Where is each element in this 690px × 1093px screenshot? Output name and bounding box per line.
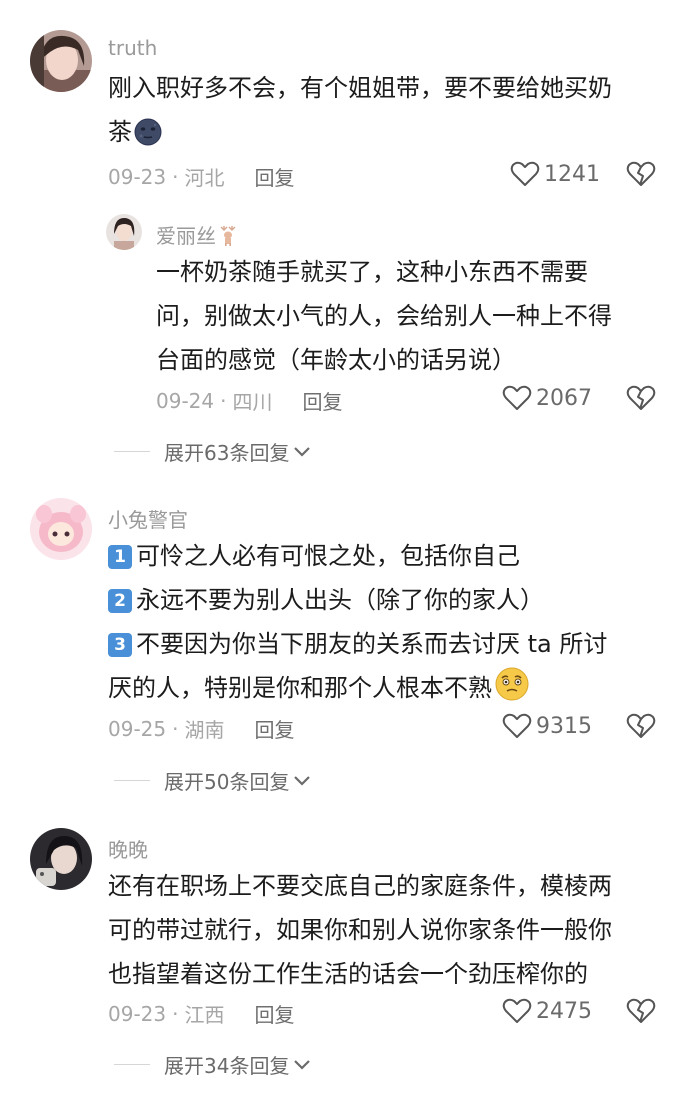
number-badge: 3: [108, 633, 132, 657]
avatar[interactable]: [30, 30, 92, 92]
text-line: 也指望着这份工作生活的话会一个劲压榨你的: [108, 960, 588, 988]
expand-label: 展开34条回复: [164, 1054, 290, 1078]
heart-outline-icon: [510, 161, 540, 186]
thinking-face-emoji-icon: [494, 666, 530, 716]
text-line: 一杯奶茶随手就买了，这种小东西不需要: [156, 258, 588, 286]
number-badge: 2: [108, 589, 132, 613]
separator: ·: [172, 1001, 179, 1026]
divider: [114, 780, 150, 781]
text-line: 台面的感觉（年龄太小的话另说）: [156, 346, 516, 374]
avatar-image: [30, 498, 92, 560]
text-line: 3 不要因为你当下朋友的关系而去讨厌 ta 所讨: [108, 622, 607, 666]
text-line: 问，别做太小气的人，会给别人一种上不得: [156, 302, 612, 330]
reply-meta: 09-24 · 四川 回复: [156, 386, 342, 415]
separator: ·: [172, 164, 179, 189]
like-button[interactable]: 2475: [502, 997, 592, 1025]
comment-meta: 09-23 · 江西 回复: [108, 999, 294, 1028]
broken-heart-icon: [626, 161, 656, 186]
heart-outline-icon: [502, 713, 532, 738]
dislike-button[interactable]: [626, 160, 656, 192]
comment-date: 09-23: [108, 164, 167, 189]
avatar[interactable]: [30, 828, 92, 890]
broken-heart-icon: [626, 713, 656, 738]
number-badge: 1: [108, 545, 132, 569]
text-line: 还有在职场上不要交底自己的家庭条件，模棱两: [108, 872, 612, 900]
comment-date: 09-23: [108, 1001, 167, 1026]
text-line: 1 可怜之人必有可恨之处，包括你自己: [108, 534, 607, 578]
comment-text: 1 可怜之人必有可恨之处，包括你自己 2 永远不要为别人出头（除了你的家人） 3 不要…: [108, 534, 607, 716]
moon-face-emoji-icon: [134, 116, 162, 160]
reply-avatar[interactable]: [106, 214, 142, 250]
username[interactable]: truth: [108, 36, 157, 60]
avatar-image: [30, 30, 92, 92]
reply-username[interactable]: 爱丽丝: [156, 220, 238, 251]
like-button[interactable]: 2067: [502, 384, 592, 412]
expand-replies-button[interactable]: 展开63条回复: [114, 437, 311, 466]
comment-text: 还有在职场上不要交底自己的家庭条件，模棱两 可的带过就行，如果你和别人说你家条件…: [108, 864, 612, 996]
comment-location: 河北: [184, 166, 225, 190]
dislike-button[interactable]: [626, 384, 656, 416]
divider: [114, 451, 150, 452]
reply-location: 四川: [232, 390, 273, 414]
chevron-down-icon: [294, 446, 311, 457]
username[interactable]: 小兔警官: [108, 504, 188, 533]
like-button[interactable]: 1241: [510, 160, 600, 188]
comment-location: 湖南: [184, 718, 225, 742]
reply-text: 一杯奶茶随手就买了，这种小东西不需要 问，别做太小气的人，会给别人一种上不得 台…: [156, 250, 612, 382]
deer-icon: [218, 224, 238, 251]
expand-replies-button[interactable]: 展开34条回复: [114, 1050, 311, 1079]
divider: [114, 1064, 150, 1065]
comment-meta: 09-25 · 湖南 回复: [108, 714, 294, 743]
like-count: 9315: [536, 713, 592, 739]
reply-button[interactable]: 回复: [254, 162, 294, 191]
avatar-image: [106, 214, 142, 250]
like-count: 2475: [536, 998, 592, 1024]
comment-date: 09-25: [108, 716, 167, 741]
expand-label: 展开63条回复: [164, 441, 290, 465]
heart-outline-icon: [502, 385, 532, 410]
like-count: 1241: [544, 161, 600, 187]
avatar-image: [30, 828, 92, 890]
like-count: 2067: [536, 385, 592, 411]
comment-text: 刚入职好多不会，有个姐姐带，要不要给她买奶 茶: [108, 66, 612, 160]
reply-date: 09-24: [156, 388, 215, 413]
broken-heart-icon: [626, 385, 656, 410]
username[interactable]: 晚晚: [108, 834, 148, 863]
reply-button[interactable]: 回复: [302, 386, 342, 415]
broken-heart-icon: [626, 998, 656, 1023]
dislike-button[interactable]: [626, 712, 656, 744]
text-line: 2 永远不要为别人出头（除了你的家人）: [108, 578, 607, 622]
separator: ·: [220, 388, 227, 413]
expand-label: 展开50条回复: [164, 770, 290, 794]
chevron-down-icon: [294, 775, 311, 786]
separator: ·: [172, 716, 179, 741]
like-button[interactable]: 9315: [502, 712, 592, 740]
comment-location: 江西: [184, 1003, 225, 1027]
text-line: 刚入职好多不会，有个姐姐带，要不要给她买奶: [108, 74, 612, 102]
reply-button[interactable]: 回复: [254, 999, 294, 1028]
reply-button[interactable]: 回复: [254, 714, 294, 743]
comment-meta: 09-23 · 河北 回复: [108, 162, 294, 191]
text-line: 茶: [108, 110, 612, 160]
heart-outline-icon: [502, 998, 532, 1023]
dislike-button[interactable]: [626, 997, 656, 1029]
avatar[interactable]: [30, 498, 92, 560]
text-line: 厌的人，特别是你和那个人根本不熟: [108, 666, 607, 716]
expand-replies-button[interactable]: 展开50条回复: [114, 766, 311, 795]
chevron-down-icon: [294, 1059, 311, 1070]
text-line: 可的带过就行，如果你和别人说你家条件一般你: [108, 916, 612, 944]
